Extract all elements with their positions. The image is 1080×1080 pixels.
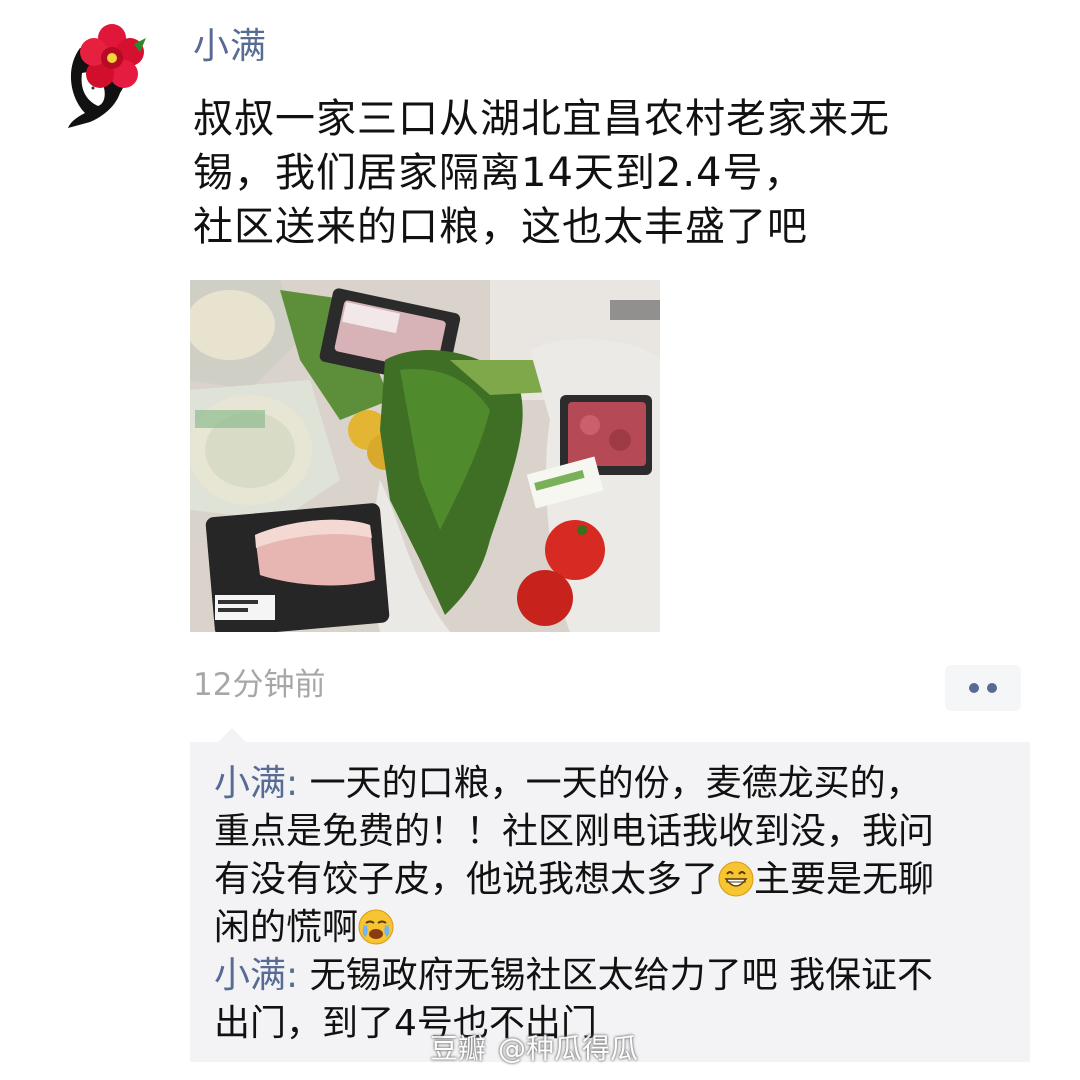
comment-text: 无锡政府无锡社区太给力了吧 我保证不 — [309, 955, 934, 996]
comment-separator: : — [286, 763, 299, 804]
post-text-line: 锡，我们居家隔离14天到2.4号， — [193, 150, 805, 196]
more-actions-button[interactable] — [945, 665, 1021, 711]
watermark-site: 豆瓣 — [430, 1032, 487, 1065]
more-dot-icon — [969, 683, 979, 693]
comment-text: 有没有饺子皮，他说我想太多了 — [214, 859, 719, 900]
comment-line: 小满: 无锡政府无锡社区太给力了吧 我保证不 — [214, 952, 1014, 1000]
post-timestamp: 12分钟前 — [193, 667, 326, 703]
grinning-emoji-icon — [718, 861, 754, 897]
more-dot-icon — [987, 683, 997, 693]
comment-line: 有没有饺子皮，他说我想太多了 主要是无聊 — [214, 856, 1014, 904]
comment-line: 小满: 一天的口粮，一天的份，麦德龙买的， — [214, 760, 1014, 808]
groceries-photo-icon — [190, 280, 660, 632]
comment-author-name[interactable]: 小满 — [214, 955, 286, 996]
comment-line: 闲的慌啊 — [214, 904, 1014, 952]
post-author-name[interactable]: 小满 — [193, 25, 267, 69]
post-photo[interactable] — [190, 280, 660, 632]
comment-author-name[interactable]: 小满 — [214, 763, 286, 804]
avatar[interactable] — [60, 18, 150, 128]
comment-text: 主要是无聊 — [754, 859, 935, 900]
comment-text: 重点是免费的！！社区刚电话我收到没，我问 — [214, 811, 935, 852]
comments-section: 小满: 一天的口粮，一天的份，麦德龙买的， 重点是免费的！！社区刚电话我收到没，… — [190, 728, 1030, 1062]
avatar-flower-girl-icon — [68, 24, 146, 128]
comment-separator: : — [286, 955, 299, 996]
watermark-handle: @种瓜得瓜 — [498, 1032, 639, 1065]
post-text: 叔叔一家三口从湖北宜昌农村老家来无 锡，我们居家隔离14天到2.4号， 社区送来… — [193, 92, 993, 254]
post-text-line: 社区送来的口粮，这也太丰盛了吧 — [193, 204, 808, 250]
watermark: 豆瓣 @种瓜得瓜 — [430, 1032, 650, 1066]
post-text-line: 叔叔一家三口从湖北宜昌农村老家来无 — [193, 96, 890, 142]
comment-text: 一天的口粮，一天的份，麦德龙买的， — [309, 763, 922, 804]
crying-emoji-icon — [358, 909, 394, 945]
comment-item: 小满: 一天的口粮，一天的份，麦德龙买的， 重点是免费的！！社区刚电话我收到没，… — [214, 760, 1014, 952]
comment-text: 闲的慌啊 — [214, 907, 359, 948]
